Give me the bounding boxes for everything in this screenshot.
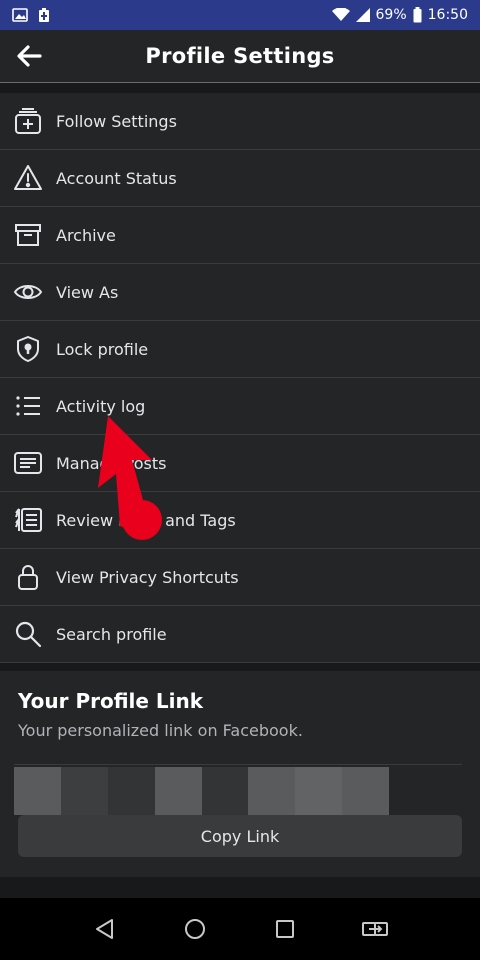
menu-item-label: View As xyxy=(56,282,119,302)
signal-icon xyxy=(355,8,370,22)
menu-item-label: Manage Posts xyxy=(56,453,167,473)
redacted-profile-link xyxy=(14,767,389,815)
system-nav-bar xyxy=(0,898,480,960)
profile-link-card: Your Profile Link Your personalized link… xyxy=(0,671,480,877)
app-bar: Profile Settings xyxy=(0,30,480,83)
status-left xyxy=(12,7,50,23)
warning-icon xyxy=(12,162,44,194)
clock: 16:50 xyxy=(427,7,468,23)
profile-link-title: Your Profile Link xyxy=(18,689,204,713)
menu-item-label: Search profile xyxy=(56,624,167,644)
battery-percent: 69% xyxy=(375,7,407,23)
menu-item-manage-posts[interactable]: Manage Posts xyxy=(0,435,480,492)
battery-saver-icon xyxy=(39,8,49,22)
posts-icon xyxy=(12,447,44,479)
menu-item-follow-settings[interactable]: Follow Settings xyxy=(0,93,480,150)
menu-item-label: Account Status xyxy=(56,168,177,188)
menu-item-lock-profile[interactable]: Lock profile xyxy=(0,321,480,378)
status-bar: 69% 16:50 xyxy=(0,0,480,30)
copy-link-button[interactable]: Copy Link xyxy=(18,815,462,857)
content: Follow Settings Account Status Archive V… xyxy=(0,83,480,898)
back-arrow-icon xyxy=(17,45,42,67)
nav-back-button[interactable] xyxy=(85,909,125,949)
wifi-icon xyxy=(331,8,350,21)
archive-icon xyxy=(12,219,44,251)
search-icon xyxy=(12,618,44,650)
nav-home-button[interactable] xyxy=(175,909,215,949)
page-title: Profile Settings xyxy=(145,44,335,68)
menu-item-label: Review Posts and Tags xyxy=(56,510,236,530)
menu-item-search-profile[interactable]: Search profile xyxy=(0,606,480,663)
switch-apps-icon xyxy=(362,922,388,936)
menu-item-label: Lock profile xyxy=(56,339,149,359)
review-tags-icon xyxy=(12,504,44,536)
back-button[interactable] xyxy=(16,43,42,69)
menu-item-label: Follow Settings xyxy=(56,111,177,131)
circle-home-icon xyxy=(185,919,205,939)
nav-recents-button[interactable] xyxy=(265,909,305,949)
triangle-back-icon xyxy=(96,919,113,939)
eye-icon xyxy=(12,276,44,308)
nav-switch-apps-button[interactable] xyxy=(355,909,395,949)
menu-item-view-as[interactable]: View As xyxy=(0,264,480,321)
menu-item-label: Archive xyxy=(56,225,116,245)
status-right: 69% 16:50 xyxy=(331,7,468,23)
profile-link-subtitle: Your personalized link on Facebook. xyxy=(18,721,303,740)
menu-item-label: Activity log xyxy=(56,396,146,416)
settings-menu: Follow Settings Account Status Archive V… xyxy=(0,93,480,663)
battery-icon xyxy=(413,7,422,23)
menu-item-label: View Privacy Shortcuts xyxy=(56,567,239,587)
menu-item-privacy-shortcuts[interactable]: View Privacy Shortcuts xyxy=(0,549,480,606)
divider xyxy=(14,764,462,765)
list-icon xyxy=(12,390,44,422)
menu-item-activity-log[interactable]: Activity log xyxy=(0,378,480,435)
square-recents-icon xyxy=(276,920,294,938)
follow-settings-icon xyxy=(12,105,44,137)
menu-item-review-posts-tags[interactable]: Review Posts and Tags xyxy=(0,492,480,549)
shield-lock-icon xyxy=(12,333,44,365)
menu-item-archive[interactable]: Archive xyxy=(0,207,480,264)
lock-icon xyxy=(12,561,44,593)
menu-item-account-status[interactable]: Account Status xyxy=(0,150,480,207)
gallery-icon xyxy=(12,8,28,22)
